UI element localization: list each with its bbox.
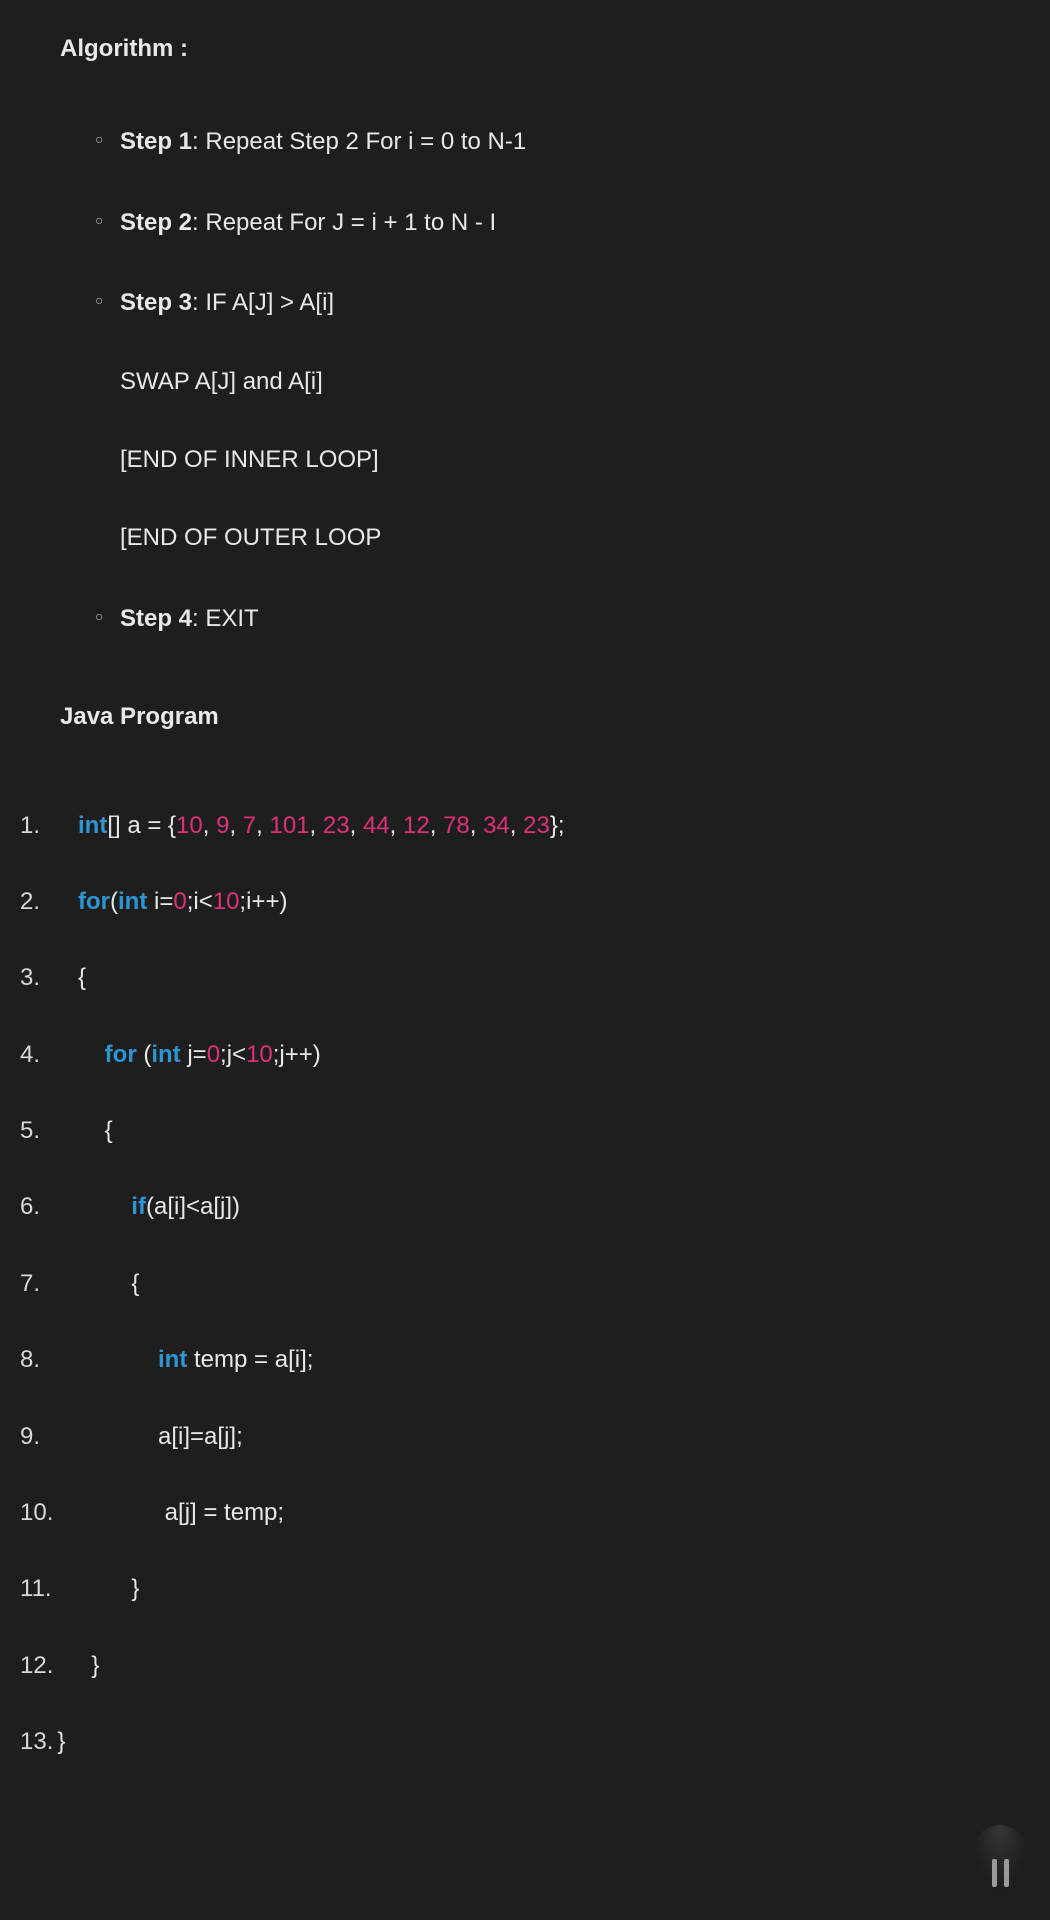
code-content: a[i]=a[j]; <box>78 1418 243 1456</box>
code-content: if(a[i]<a[j]) <box>78 1188 240 1226</box>
code-line: 10. a[j] = temp; <box>20 1494 1050 1532</box>
algorithm-step: Step 1: Repeat Step 2 For i = 0 to N-1 <box>95 123 1010 161</box>
step-sub-block: SWAP A[J] and A[i] [END OF INNER LOOP] [EN… <box>120 363 1010 558</box>
step-label: Step 2 <box>120 209 192 236</box>
step-text: : Repeat For J = i + 1 to N - I <box>192 209 496 236</box>
line-number: 12. <box>20 1647 78 1685</box>
line-number: 9. <box>20 1418 78 1456</box>
code-content: for(int i=0;i<10;i++) <box>78 883 287 921</box>
algorithm-step: Step 2: Repeat For J = i + 1 to N - I <box>95 204 1010 242</box>
code-content: int temp = a[i]; <box>78 1341 313 1379</box>
code-content: a[j] = temp; <box>78 1494 284 1532</box>
code-line: 13.} <box>20 1723 1050 1761</box>
line-number: 11. <box>20 1570 78 1608</box>
java-code-block: 1.int[] a = {10, 9, 7, 101, 23, 44, 12, … <box>0 807 1050 1762</box>
code-content: } <box>78 1570 139 1608</box>
code-line: 12. } <box>20 1647 1050 1685</box>
code-line: 7. { <box>20 1265 1050 1303</box>
step-text: : Repeat Step 2 For i = 0 to N-1 <box>192 128 526 155</box>
algorithm-step: Step 4: EXIT <box>95 600 1010 638</box>
algorithm-heading: Algorithm : <box>60 30 1010 68</box>
line-number: 6. <box>20 1188 78 1226</box>
step-text: : IF A[J] > A[i] <box>192 289 334 316</box>
code-line: 8. int temp = a[i]; <box>20 1341 1050 1379</box>
line-number: 8. <box>20 1341 78 1379</box>
code-line: 5. { <box>20 1112 1050 1150</box>
algorithm-step-list: Step 1: Repeat Step 2 For i = 0 to N-1St… <box>60 123 1010 638</box>
step-sub-line: [END OF INNER LOOP] <box>120 441 1010 479</box>
step-sub-line: [END OF OUTER LOOP <box>120 519 1010 557</box>
line-number: 1. <box>20 807 78 845</box>
pause-icon <box>992 1859 1009 1887</box>
code-line: 2.for(int i=0;i<10;i++) <box>20 883 1050 921</box>
code-line: 11. } <box>20 1570 1050 1608</box>
line-number: 3. <box>20 959 78 997</box>
code-content: } <box>57 1723 65 1761</box>
java-program-heading: Java Program <box>60 698 1010 736</box>
code-content: } <box>78 1647 99 1685</box>
algorithm-step: Step 3: IF A[J] > A[i] SWAP A[J] and A[i]… <box>95 284 1010 558</box>
code-line: 6. if(a[i]<a[j]) <box>20 1188 1050 1226</box>
step-label: Step 1 <box>120 128 192 155</box>
line-number: 13. <box>20 1723 53 1761</box>
scroll-to-top-button[interactable] <box>970 1825 1030 1895</box>
code-content: { <box>78 959 86 997</box>
code-line: 4. for (int j=0;j<10;j++) <box>20 1036 1050 1074</box>
code-content: for (int j=0;j<10;j++) <box>78 1036 321 1074</box>
line-number: 2. <box>20 883 78 921</box>
line-number: 7. <box>20 1265 78 1303</box>
step-sub-line: SWAP A[J] and A[i] <box>120 363 1010 401</box>
code-content: int[] a = {10, 9, 7, 101, 23, 44, 12, 78… <box>78 807 565 845</box>
line-number: 10. <box>20 1494 78 1532</box>
line-number: 5. <box>20 1112 78 1150</box>
step-text: : EXIT <box>192 605 259 632</box>
code-line: 1.int[] a = {10, 9, 7, 101, 23, 44, 12, … <box>20 807 1050 845</box>
code-line: 9. a[i]=a[j]; <box>20 1418 1050 1456</box>
code-line: 3.{ <box>20 959 1050 997</box>
line-number: 4. <box>20 1036 78 1074</box>
code-content: { <box>78 1112 113 1150</box>
code-content: { <box>78 1265 139 1303</box>
step-label: Step 3 <box>120 289 192 316</box>
step-label: Step 4 <box>120 605 192 632</box>
